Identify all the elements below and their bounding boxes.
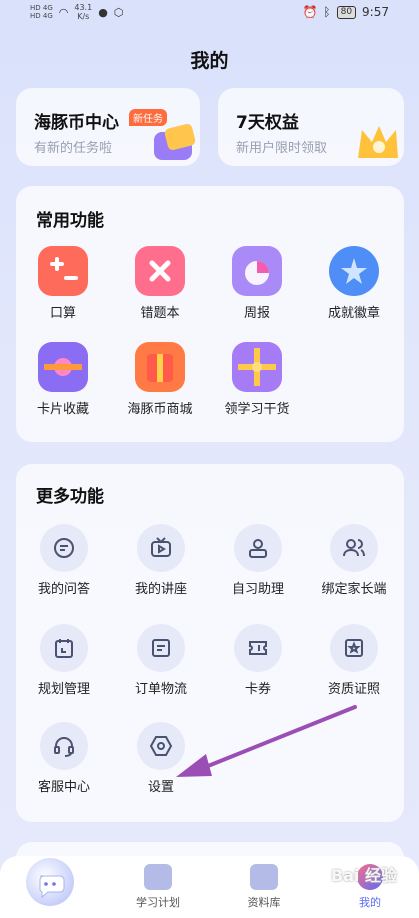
headset-icon [54, 737, 74, 757]
tab-label: 我的 [359, 896, 381, 909]
function-label: 口算 [49, 306, 76, 321]
function-my-qa[interactable]: 我的问答 [16, 524, 112, 597]
function-customer-service[interactable]: 客服中心 [16, 722, 112, 795]
tv-icon [151, 537, 171, 557]
tab-library[interactable]: 资料库 [224, 864, 304, 910]
function-label: 自习助理 [231, 582, 284, 597]
bluetooth-icon: ᛒ [323, 5, 331, 19]
weekly-report-icon [232, 246, 282, 296]
section-title: 常用功能 [36, 211, 104, 231]
function-qualifications[interactable]: 资质证照 [306, 624, 402, 697]
battery-indicator: 80 [336, 5, 357, 19]
wifi-icon: ◠ [58, 5, 69, 19]
gift-box-icon [232, 342, 282, 392]
calendar-icon [55, 639, 73, 658]
crown-icon [358, 126, 398, 158]
more-functions-card: 更多功能 我的问答 我的讲座 自习助理 绑定家长端 规划管理 订单物流 卡券 资… [16, 464, 404, 822]
badge-icon [329, 246, 379, 296]
function-label: 绑定家长端 [321, 582, 387, 597]
section-title: 更多功能 [36, 487, 104, 507]
card-title: 7天权益 [236, 113, 299, 133]
function-oral-calc[interactable]: 口算 [15, 246, 111, 321]
network-speed: 43.1 K/s [74, 3, 93, 21]
function-bind-parent[interactable]: 绑定家长端 [306, 524, 402, 597]
clock: 9:57 [362, 5, 389, 19]
function-label: 卡券 [244, 682, 271, 697]
function-order-logistics[interactable]: 订单物流 [113, 624, 209, 697]
wrong-book-icon [135, 246, 185, 296]
function-label: 客服中心 [37, 780, 90, 795]
message-icon: ● [98, 5, 108, 19]
tab-label: 资料库 [247, 896, 281, 909]
assistant-avatar[interactable] [26, 858, 74, 906]
function-label: 错题本 [140, 306, 180, 321]
status-bar: HD 4G HD 4G ◠ 43.1 K/s ● ⬡ ⏰ ᛒ 80 9:57 [0, 0, 419, 28]
function-label: 成就徽章 [327, 306, 380, 321]
function-label: 我的讲座 [134, 582, 187, 597]
function-learning-materials[interactable]: 领学习干货 [209, 342, 305, 417]
settings-icon [149, 736, 173, 756]
function-label: 周报 [243, 306, 270, 321]
function-plan-management[interactable]: 规划管理 [16, 624, 112, 697]
certificate-icon [345, 639, 363, 657]
common-functions-card: 常用功能 口算 错题本 周报 成就徽章 卡片收藏 海豚币商城 领学习干货 [16, 186, 404, 442]
card-collection-icon [38, 342, 88, 392]
card-subtitle: 有新的任务啦 [34, 141, 113, 156]
calculator-icon [38, 246, 88, 296]
tab-label: 学习计划 [136, 896, 180, 909]
function-label: 设置 [147, 780, 174, 795]
wallet-icon [154, 124, 196, 160]
function-coupons[interactable]: 卡券 [210, 624, 306, 697]
card-subtitle: 新用户限时领取 [236, 141, 328, 156]
function-label: 卡片收藏 [36, 402, 89, 417]
function-study-assistant[interactable]: 自习助理 [210, 524, 306, 597]
seven-day-benefit-card[interactable]: 7天权益 新用户限时领取 [218, 88, 404, 166]
app-notification-icon: ⬡ [113, 5, 124, 19]
user-badge-icon [249, 539, 267, 558]
function-label: 领学习干货 [224, 402, 290, 417]
function-weekly-report[interactable]: 周报 [209, 246, 305, 321]
chat-icon [54, 538, 74, 558]
users-icon [343, 539, 365, 557]
function-label: 我的问答 [37, 582, 90, 597]
function-label: 海豚币商城 [127, 402, 193, 417]
gift-store-icon [135, 342, 185, 392]
star-folder-icon [250, 864, 278, 890]
chat-bubble-icon [39, 875, 65, 899]
tab-study-plan[interactable]: 学习计划 [118, 864, 198, 910]
sim-indicator: HD 4G HD 4G [30, 4, 53, 20]
function-wrong-book[interactable]: 错题本 [112, 246, 208, 321]
function-coin-store[interactable]: 海豚币商城 [112, 342, 208, 417]
document-icon [152, 639, 170, 657]
function-settings[interactable]: 设置 [113, 722, 209, 795]
ticket-icon [249, 641, 267, 655]
alarm-icon: ⏰ [302, 5, 318, 19]
function-label: 资质证照 [327, 682, 380, 697]
dolphin-coin-center-card[interactable]: 海豚币中心 新任务 有新的任务啦 [16, 88, 200, 166]
function-card-collection[interactable]: 卡片收藏 [15, 342, 111, 417]
card-title: 海豚币中心 [34, 113, 119, 133]
page-title: 我的 [190, 50, 229, 72]
watermark: Bai 经验 [330, 866, 397, 885]
function-label: 规划管理 [37, 682, 90, 697]
function-label: 订单物流 [134, 682, 187, 697]
function-my-lectures[interactable]: 我的讲座 [113, 524, 209, 597]
function-achievement-badge[interactable]: 成就徽章 [306, 246, 402, 321]
book-icon [144, 864, 172, 890]
